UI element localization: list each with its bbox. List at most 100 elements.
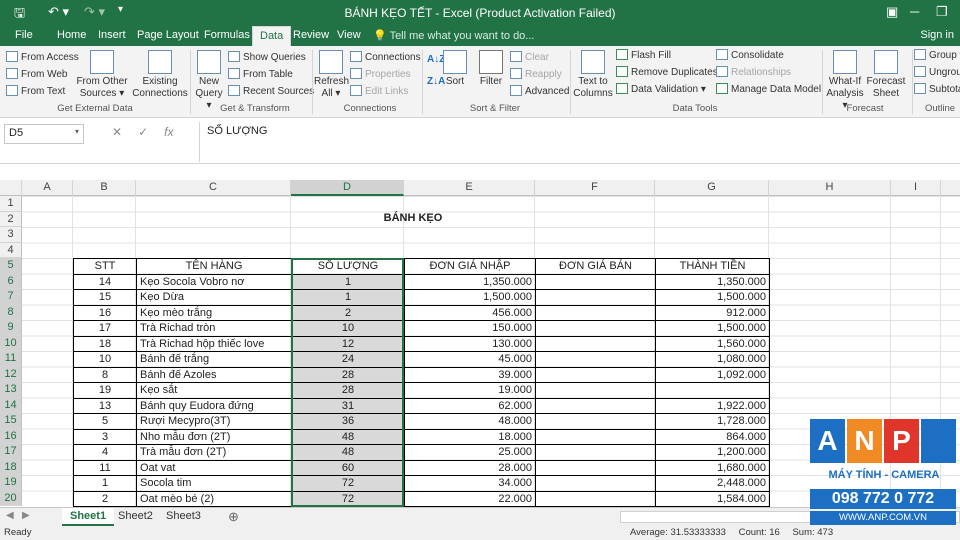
column-header-g[interactable]: G (655, 180, 769, 196)
chevron-down-icon[interactable]: ▾ (75, 127, 79, 136)
cell-don-gia-ban[interactable] (535, 335, 656, 352)
cell-stt[interactable]: 19 (73, 382, 137, 399)
row-header[interactable]: 3 (0, 227, 22, 243)
column-header-i[interactable]: I (891, 180, 941, 196)
tab-home[interactable]: Home (50, 26, 93, 46)
cell-don-gia-ban[interactable] (535, 444, 656, 461)
text-to-columns-button[interactable]: Text to Columns (572, 50, 614, 100)
subtotal-button[interactable]: Subtotal (914, 83, 960, 95)
cell-so-luong[interactable]: 48 (291, 428, 405, 445)
header-don-gia-ban[interactable]: ĐƠN GIÁ BÁN (535, 258, 656, 275)
manage-data-model-button[interactable]: Manage Data Model (716, 83, 821, 95)
from-text-button[interactable]: From Text (6, 85, 65, 97)
add-sheet-icon[interactable]: ⊕ (220, 508, 247, 526)
cell-thanh-tien[interactable]: 1,560.000 (655, 335, 770, 352)
edit-links-button[interactable]: Edit Links (350, 85, 408, 97)
column-header-f[interactable]: F (535, 180, 655, 196)
cell-ten-hang[interactable]: Kẹo Dừa (136, 289, 292, 306)
cell-so-luong[interactable]: 2 (291, 304, 405, 321)
cell-stt[interactable]: 18 (73, 335, 137, 352)
row-header[interactable]: 12 (0, 366, 22, 382)
sign-in-link[interactable]: Sign in (920, 29, 954, 41)
cell-don-gia-ban[interactable] (535, 475, 656, 492)
cell-stt[interactable]: 11 (73, 459, 137, 476)
cell-don-gia-nhap[interactable]: 1,500.000 (404, 289, 536, 306)
row-header[interactable]: 8 (0, 304, 22, 320)
tell-me-box[interactable]: 💡 Tell me what you want to do... (373, 29, 534, 42)
cell-ten-hang[interactable]: Bánh đế trắng (136, 351, 292, 368)
cell-don-gia-ban[interactable] (535, 413, 656, 430)
cell-stt[interactable]: 8 (73, 366, 137, 383)
cell-thanh-tien[interactable]: 1,584.000 (655, 490, 770, 507)
row-header[interactable]: 18 (0, 459, 22, 475)
formula-input[interactable]: SỐ LƯỢNG (207, 125, 267, 137)
column-header-c[interactable]: C (136, 180, 291, 196)
row-header[interactable]: 19 (0, 475, 22, 491)
cell-don-gia-ban[interactable] (535, 428, 656, 445)
cell-so-luong[interactable]: 1 (291, 289, 405, 306)
cell-don-gia-nhap[interactable]: 22.000 (404, 490, 536, 507)
ungroup-button[interactable]: Ungroup (914, 66, 960, 78)
restore-icon[interactable]: ❐ (936, 4, 948, 20)
cell-stt[interactable]: 3 (73, 428, 137, 445)
sheet-tab-sheet1[interactable]: Sheet1 (62, 508, 115, 526)
row-header[interactable]: 2 (0, 211, 22, 227)
cell-ten-hang[interactable]: Kẹo Socola Vobro nơ (136, 273, 292, 290)
reapply-button[interactable]: Reapply (510, 68, 562, 80)
cell-don-gia-ban[interactable] (535, 382, 656, 399)
cell-thanh-tien[interactable]: 1,922.000 (655, 397, 770, 414)
name-box[interactable]: D5 ▾ (4, 124, 84, 144)
from-web-button[interactable]: From Web (6, 68, 68, 80)
row-header[interactable]: 9 (0, 320, 22, 336)
cell-stt[interactable]: 13 (73, 397, 137, 414)
cell-so-luong[interactable]: 10 (291, 320, 405, 337)
header-don-gia-nhap[interactable]: ĐƠN GIÁ NHẬP (404, 258, 536, 275)
cell-don-gia-ban[interactable] (535, 320, 656, 337)
recent-sources-button[interactable]: Recent Sources (228, 85, 314, 97)
cell-ten-hang[interactable]: Kẹo sắt (136, 382, 292, 399)
cell-so-luong[interactable]: 60 (291, 459, 405, 476)
cell-don-gia-nhap[interactable]: 456.000 (404, 304, 536, 321)
tab-review[interactable]: Review (286, 26, 336, 46)
from-table-button[interactable]: From Table (228, 68, 293, 80)
cell-don-gia-nhap[interactable]: 1,350.000 (404, 273, 536, 290)
cell-so-luong[interactable]: 24 (291, 351, 405, 368)
cell-ten-hang[interactable]: Kẹo mèo trắng (136, 304, 292, 321)
row-header[interactable]: 7 (0, 289, 22, 305)
cell-don-gia-ban[interactable] (535, 304, 656, 321)
cell-ten-hang[interactable]: Bánh đế Azoles (136, 366, 292, 383)
cell-don-gia-nhap[interactable]: 39.000 (404, 366, 536, 383)
row-header[interactable]: 13 (0, 382, 22, 398)
row-header[interactable]: 4 (0, 242, 22, 258)
header-stt[interactable]: STT (73, 258, 137, 275)
tab-view[interactable]: View (330, 26, 368, 46)
row-header[interactable]: 10 (0, 335, 22, 351)
refresh-all-button[interactable]: Refresh All ▾ (314, 50, 349, 100)
cell-don-gia-nhap[interactable]: 62.000 (404, 397, 536, 414)
cell-so-luong[interactable]: 1 (291, 273, 405, 290)
cell-don-gia-nhap[interactable]: 19.000 (404, 382, 536, 399)
cell-stt[interactable]: 1 (73, 475, 137, 492)
cell-stt[interactable]: 5 (73, 413, 137, 430)
enter-icon[interactable]: ✓ (138, 125, 148, 139)
group-button[interactable]: Group ▾ (914, 49, 960, 61)
cell-ten-hang[interactable]: Rượi Mecypro(3T) (136, 413, 292, 430)
header-ten-hang[interactable]: TÊN HÀNG (136, 258, 292, 275)
row-header[interactable]: 15 (0, 413, 22, 429)
cell-so-luong[interactable]: 12 (291, 335, 405, 352)
column-header-a[interactable]: A (22, 180, 73, 196)
cell-ten-hang[interactable]: Nho mẫu đơn (2T) (136, 428, 292, 445)
cell-don-gia-ban[interactable] (535, 459, 656, 476)
cell-don-gia-nhap[interactable]: 45.000 (404, 351, 536, 368)
ribbon-display-icon[interactable]: ▣ (886, 4, 898, 20)
header-thanh-tien[interactable]: THÀNH TIỀN (655, 258, 770, 275)
column-header-d[interactable]: D (291, 180, 404, 196)
cell-thanh-tien[interactable]: 912.000 (655, 304, 770, 321)
row-header[interactable]: 1 (0, 196, 22, 212)
prev-sheet-icon[interactable]: ◀ (6, 510, 14, 521)
tab-formulas[interactable]: Formulas (197, 26, 257, 46)
cell-thanh-tien[interactable]: 1,350.000 (655, 273, 770, 290)
cell-stt[interactable]: 16 (73, 304, 137, 321)
select-all-corner[interactable] (0, 180, 22, 196)
cell-don-gia-ban[interactable] (535, 273, 656, 290)
